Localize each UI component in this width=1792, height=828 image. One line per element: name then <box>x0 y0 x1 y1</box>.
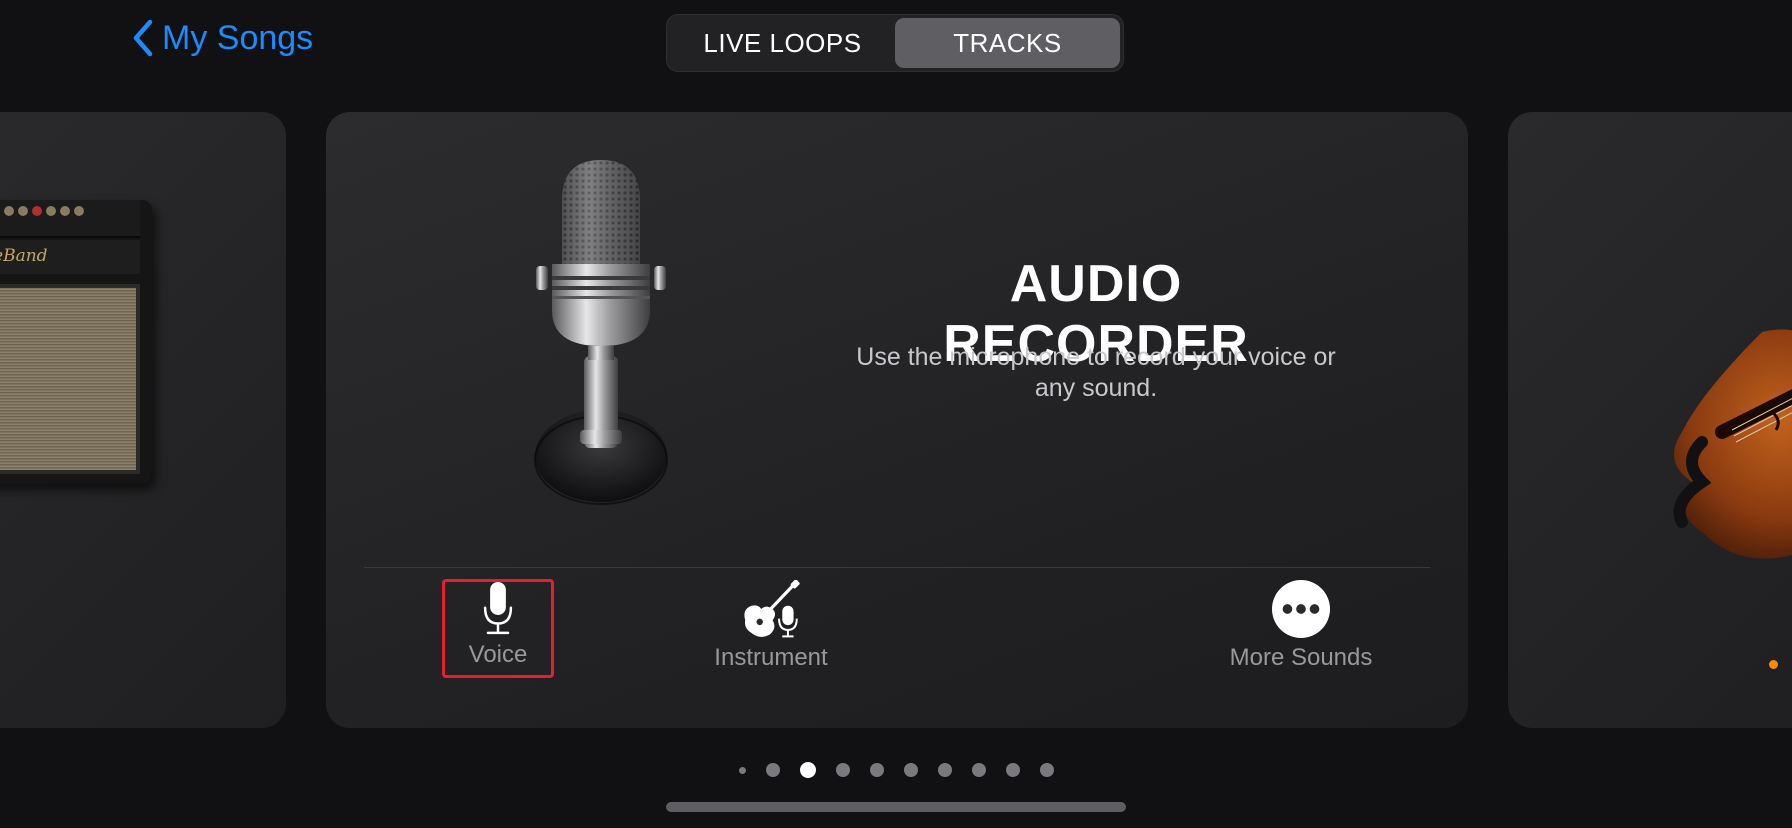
amp-illustration: ageBand <box>0 200 152 484</box>
more-sounds-option-button[interactable]: More Sounds <box>1216 580 1386 692</box>
violin-illustration <box>1673 329 1792 559</box>
screen: My Songs LIVE LOOPS TRACKS ageBand <box>0 0 1792 828</box>
card-description: Use the microphone to record your voice … <box>856 343 1336 402</box>
page-dot[interactable] <box>1039 763 1054 777</box>
page-dot[interactable] <box>937 763 952 777</box>
page-indicator[interactable] <box>0 762 1792 778</box>
instrument-option-label: Instrument <box>714 644 828 671</box>
microphone-icon <box>483 582 513 635</box>
recording-indicator-dot <box>1769 660 1778 669</box>
page-dot[interactable] <box>903 763 918 777</box>
amp-knob <box>46 206 56 216</box>
back-button[interactable]: My Songs <box>130 18 313 58</box>
voice-option-label: Voice <box>468 641 528 668</box>
page-dot[interactable] <box>971 763 986 777</box>
more-icon <box>1272 580 1330 638</box>
strings-card[interactable] <box>1508 112 1792 728</box>
more-sounds-option-label: More Sounds <box>1229 644 1373 671</box>
amp-knob <box>32 206 42 216</box>
back-label: My Songs <box>162 18 314 57</box>
tab-tracks[interactable]: TRACKS <box>895 18 1120 68</box>
voice-option-button[interactable]: Voice <box>442 579 554 678</box>
tab-live-loops[interactable]: LIVE LOOPS <box>670 18 895 68</box>
page-dot[interactable] <box>738 766 746 774</box>
amp-brand-logo: ageBand <box>0 246 48 266</box>
page-dot[interactable] <box>1005 763 1020 777</box>
amp-grille <box>0 284 140 474</box>
instrument-option-button[interactable]: Instrument <box>696 580 846 692</box>
amp-knob <box>74 206 84 216</box>
guitar-mic-icon <box>744 580 800 638</box>
page-dot-active[interactable] <box>799 762 816 778</box>
page-dot[interactable] <box>765 763 780 777</box>
amp-card[interactable]: ageBand <box>0 112 286 728</box>
divider <box>364 567 1430 568</box>
mode-segmented-control: LIVE LOOPS TRACKS <box>666 14 1124 72</box>
home-indicator[interactable] <box>666 802 1126 812</box>
chevron-left-icon <box>133 19 153 57</box>
amp-knob <box>4 206 14 216</box>
amp-top-panel <box>0 200 140 238</box>
amp-knob <box>60 206 70 216</box>
audio-recorder-card[interactable]: AUDIO RECORDER Use the microphone to rec… <box>326 112 1468 728</box>
page-dot[interactable] <box>835 763 850 777</box>
page-dot[interactable] <box>869 763 884 777</box>
vintage-microphone-illustration <box>534 160 668 505</box>
amp-knob <box>18 206 28 216</box>
